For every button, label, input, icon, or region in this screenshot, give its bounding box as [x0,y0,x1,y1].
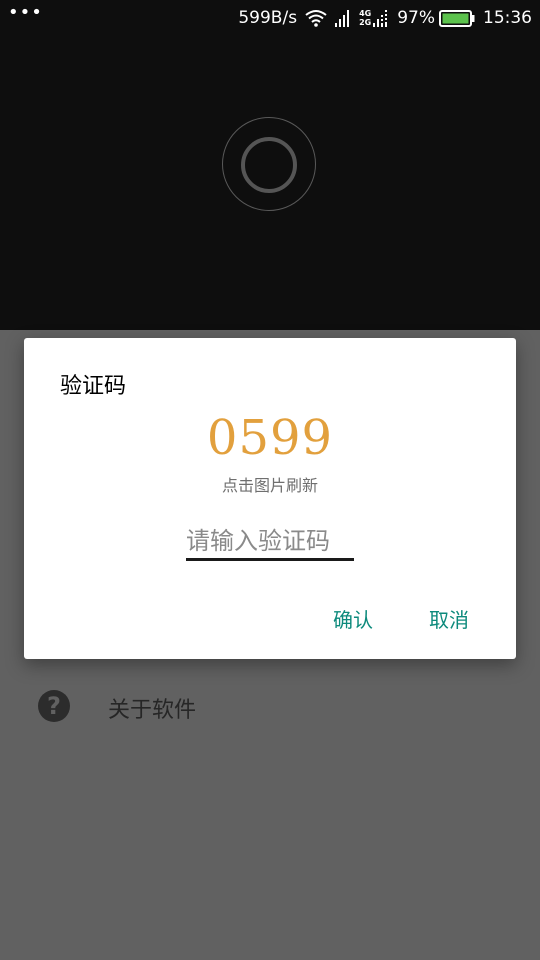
clock: 15:36 [483,8,532,28]
net-speed: 599B/s [238,8,298,28]
profile-header: ••• 599B/s 4G 2G 97% 15:36 [0,0,540,330]
status-right-group: 599B/s 4G 2G 97% 15:36 [238,8,532,28]
dialog-title: 验证码 [60,374,127,399]
network-type-bottom: 2G [359,18,372,27]
battery-icon [439,9,475,27]
help-icon: ? [38,690,70,722]
battery-percent: 97% [397,8,435,28]
more-dots-icon: ••• [8,2,43,23]
status-bar: ••• 599B/s 4G 2G 97% 15:36 [0,0,540,38]
captcha-input[interactable] [186,523,354,561]
wifi-icon [305,9,327,27]
battery-status: 97% [397,8,475,28]
menu-item-about[interactable]: ? 关于软件 [0,680,540,736]
confirm-button[interactable]: 确认 [333,604,373,633]
refresh-hint: 点击图片刷新 [221,476,318,495]
captcha-dialog: 验证码 0599 点击图片刷新 确认 取消 [24,338,516,659]
cancel-button[interactable]: 取消 [429,604,469,633]
menu-item-about-label: 关于软件 [108,698,197,723]
network-type-top: 4G [359,9,372,18]
signal-icon [335,9,351,27]
dual-sim-signal-icon: 4G 2G [359,9,389,27]
captcha-image[interactable]: 0599 [24,410,516,466]
avatar-ring-icon [241,137,297,193]
